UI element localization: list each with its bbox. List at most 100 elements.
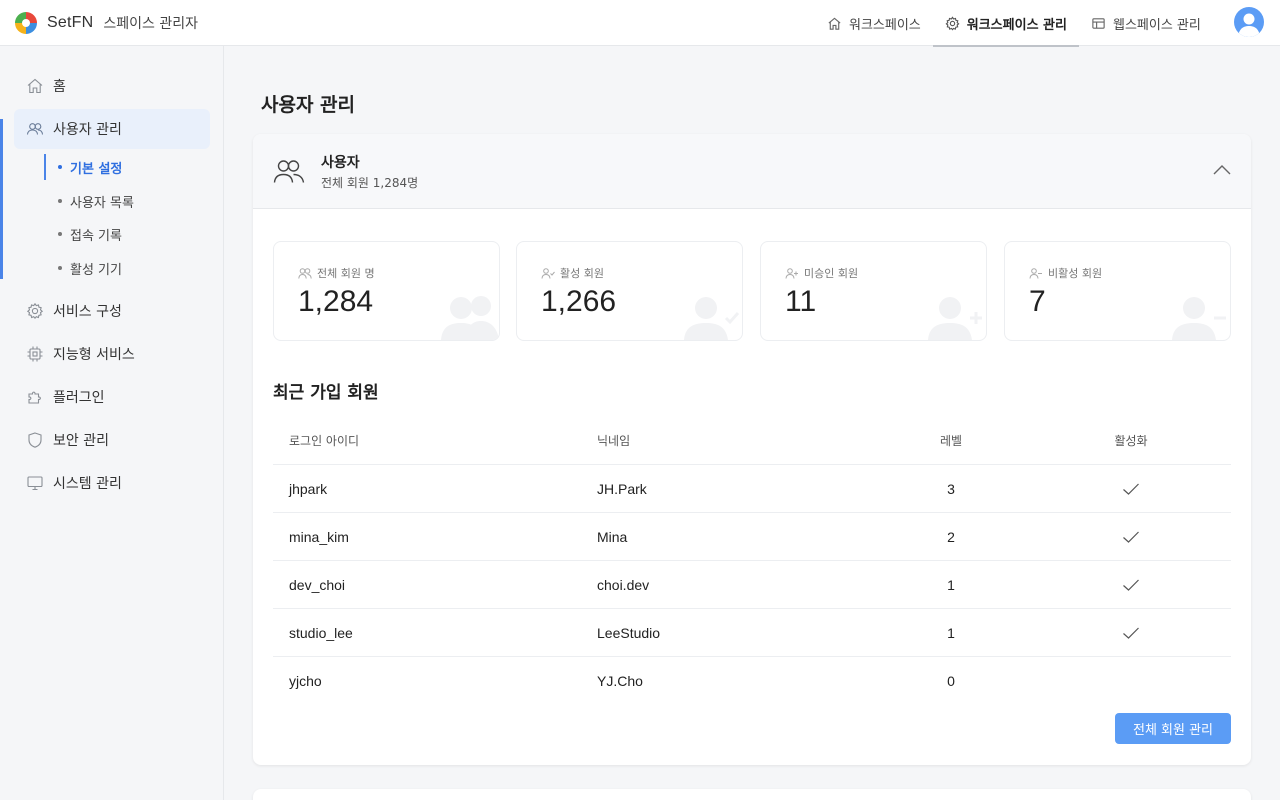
chevron-up-icon[interactable] <box>1211 162 1233 178</box>
table-row[interactable]: mina_kim Mina 2 <box>273 513 1231 561</box>
stat-label-text: 미승인 회원 <box>804 267 859 280</box>
brand[interactable]: SetFN 스페이스 관리자 <box>15 0 198 46</box>
sidebar-item-label: 시스템 관리 <box>53 476 122 492</box>
table-row[interactable]: jhpark JH.Park 3 <box>273 465 1231 513</box>
sidebar-item-intelligent-service[interactable]: 지능형 서비스 <box>14 334 210 374</box>
user-watermark-icon <box>928 297 982 340</box>
sidebar-subitem-label: 접속 기록 <box>70 228 122 244</box>
stat-label: 활성 회원 <box>541 265 604 281</box>
column-header-active[interactable]: 활성화 <box>1051 417 1211 463</box>
users-icon <box>26 123 44 135</box>
sidebar-item-user-management[interactable]: 사용자 관리 <box>14 109 210 149</box>
cell-active <box>1051 657 1211 705</box>
tab-workspace[interactable]: 워크스페이스 <box>815 0 933 46</box>
sidebar-subitem-access-log[interactable]: 접속 기록 <box>44 221 214 247</box>
check-icon <box>1123 579 1139 591</box>
cell-nickname: choi.dev <box>597 577 650 593</box>
sidebar-subitem-active-devices[interactable]: 활성 기기 <box>44 255 214 281</box>
sidebar-item-label: 플러그인 <box>53 390 105 406</box>
table-header: 로그인 아이디 닉네임 레벨 활성화 <box>273 417 1231 465</box>
bullet-icon <box>58 165 62 169</box>
sidebar-item-label: 보안 관리 <box>53 433 109 449</box>
avatar[interactable] <box>1234 7 1264 37</box>
cell-nickname: YJ.Cho <box>597 673 643 689</box>
sidebar-subitem-label: 사용자 목록 <box>70 195 134 211</box>
recent-members-title: 최근 가입 회원 <box>273 383 379 403</box>
cell-login: studio_lee <box>289 625 353 641</box>
page-title: 사용자 관리 <box>261 94 356 116</box>
user-check-icon <box>541 268 555 279</box>
users-icon <box>298 268 312 279</box>
tab-webspace-manage[interactable]: 웹스페이스 관리 <box>1079 0 1213 46</box>
sidebar-subitem-user-list[interactable]: 사용자 목록 <box>44 188 214 214</box>
sidebar-item-service-config[interactable]: 서비스 구성 <box>14 291 210 331</box>
user-avatar-icon <box>1238 13 1260 37</box>
cell-level: 2 <box>947 529 955 545</box>
sidebar-item-security[interactable]: 보안 관리 <box>14 420 210 460</box>
stat-label-text: 비활성 회원 <box>1048 267 1103 280</box>
users-icon <box>273 160 305 183</box>
users-card-subtitle: 전체 회원 1,284명 <box>321 176 419 190</box>
home-icon <box>27 78 43 94</box>
column-header-login[interactable]: 로그인 아이디 <box>289 417 359 463</box>
tab-workspace-manage[interactable]: 워크스페이스 관리 <box>932 0 1080 47</box>
stat-label: 비활성 회원 <box>1029 265 1102 281</box>
cell-login: dev_choi <box>289 577 346 593</box>
user-watermark-icon <box>684 297 740 340</box>
stat-value: 1,284 <box>298 285 374 318</box>
sidebar-item-label: 홈 <box>53 79 66 95</box>
cell-level: 0 <box>947 673 955 689</box>
check-icon <box>1123 483 1139 495</box>
sidebar-subitem-label: 활성 기기 <box>70 262 122 278</box>
top-nav: 워크스페이스 워크스페이스 관리 웹스페이스 관리 <box>815 0 1213 47</box>
manage-all-members-button[interactable]: 전체 회원 관리 <box>1115 713 1231 744</box>
stat-label: 미승인 회원 <box>785 265 858 281</box>
bullet-icon <box>58 199 62 203</box>
table-row[interactable]: yjcho YJ.Cho 0 <box>273 657 1231 705</box>
stat-label: 전체 회원 명 <box>298 265 375 281</box>
sidebar-item-label: 지능형 서비스 <box>53 347 135 363</box>
recent-members-table: 로그인 아이디 닉네임 레벨 활성화 jhpark JH.Park 3 mina… <box>273 417 1231 705</box>
cell-nickname: Mina <box>597 529 628 545</box>
users-card-title: 사용자 <box>321 155 360 171</box>
column-header-level[interactable]: 레벨 <box>871 417 1031 463</box>
table-row[interactable]: dev_choi choi.dev 1 <box>273 561 1231 609</box>
sidebar-item-home[interactable]: 홈 <box>14 66 210 106</box>
tab-workspace-label: 워크스페이스 <box>849 17 921 33</box>
check-icon <box>1123 531 1139 543</box>
users-watermark-icon <box>441 296 499 340</box>
sidebar-item-plugin[interactable]: 플러그인 <box>14 377 210 417</box>
cell-login: mina_kim <box>289 529 349 545</box>
column-header-nickname[interactable]: 닉네임 <box>597 417 630 463</box>
top-bar: SetFN 스페이스 관리자 워크스페이스 워크스페이스 관리 웹스페이스 관리 <box>0 0 1280 47</box>
sidebar-subitem-label: 기본 설정 <box>70 161 123 177</box>
users-card-header[interactable]: 사용자 전체 회원 1,284명 <box>253 134 1251 209</box>
cell-nickname: LeeStudio <box>597 625 661 641</box>
sidebar-item-system[interactable]: 시스템 관리 <box>14 463 210 503</box>
cell-active <box>1051 465 1211 513</box>
sidebar-subitem-basic-settings[interactable]: 기본 설정 <box>44 154 214 180</box>
next-card <box>253 789 1251 800</box>
users-card: 사용자 전체 회원 1,284명 전체 회원 명 1,284 활성 회원 1,2… <box>253 134 1251 765</box>
monitor-icon <box>27 476 43 491</box>
table-row[interactable]: studio_lee LeeStudio 1 <box>273 609 1231 657</box>
brand-logo-icon <box>15 11 37 34</box>
user-watermark-icon <box>1172 297 1226 340</box>
gear-icon <box>26 302 44 320</box>
cell-login: yjcho <box>289 673 322 689</box>
puzzle-icon <box>28 391 41 404</box>
cell-active <box>1051 513 1211 561</box>
sidebar-item-label: 서비스 구성 <box>53 304 122 320</box>
brand-name: SetFN <box>47 13 94 31</box>
stat-label-text: 전체 회원 명 <box>317 267 375 280</box>
bullet-icon <box>58 232 62 236</box>
layout-icon <box>1092 17 1105 29</box>
check-icon <box>1123 627 1139 639</box>
cell-level: 1 <box>947 625 955 641</box>
stat-inactive-members: 비활성 회원 7 <box>1004 241 1231 341</box>
sidebar-active-indicator <box>0 119 3 279</box>
cell-level: 1 <box>947 577 955 593</box>
chip-icon <box>27 346 43 362</box>
gear-icon <box>945 15 960 30</box>
cell-level: 3 <box>947 481 955 497</box>
